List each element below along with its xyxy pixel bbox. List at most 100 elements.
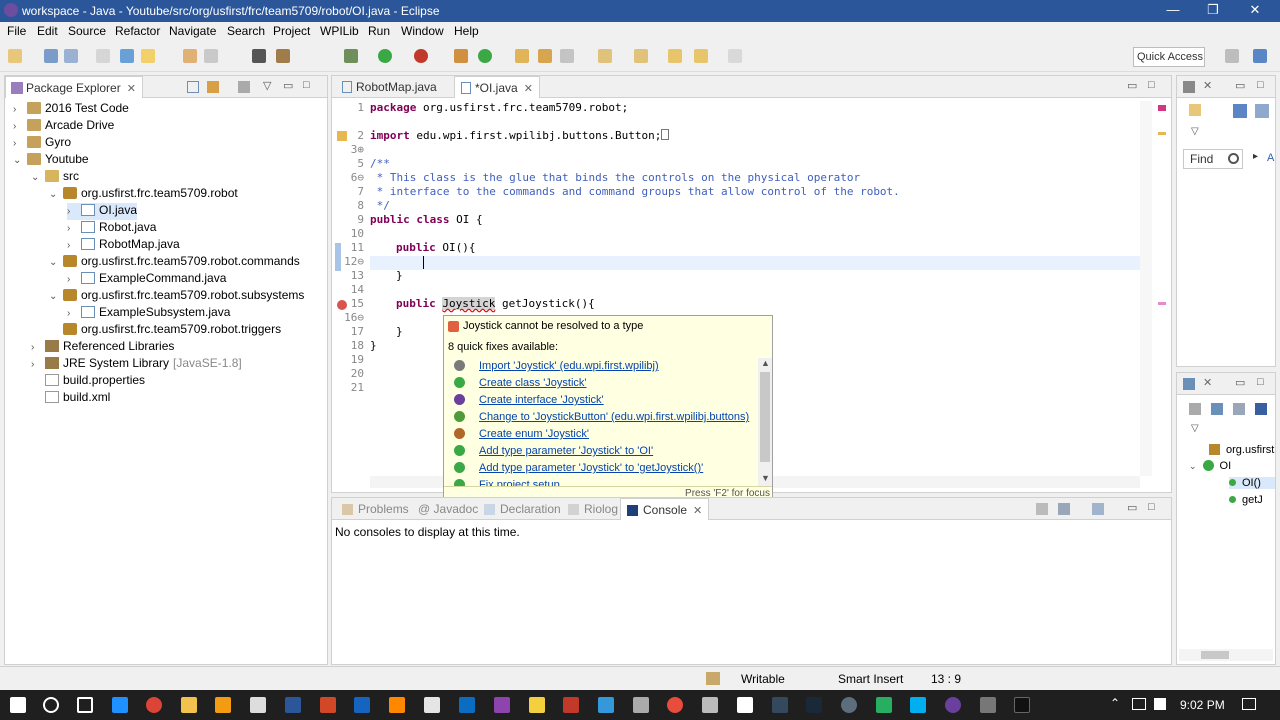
maximize-view-icon[interactable]: □: [1257, 376, 1264, 388]
chevron-down-icon[interactable]: ⌄: [31, 172, 45, 183]
scroll-up-icon[interactable]: ▲: [761, 358, 770, 368]
file-explorer-icon[interactable]: [181, 697, 197, 713]
hide-nonpublic-icon[interactable]: [1255, 403, 1267, 415]
menu-navigate[interactable]: Navigate: [169, 24, 216, 38]
app-icon[interactable]: [459, 697, 475, 713]
tree-item[interactable]: › JRE System Library [JavaSE-1.8]: [31, 356, 242, 373]
tree-item[interactable]: org.usfirst.frc.team5709.robot.triggers: [49, 322, 281, 339]
quick-fix-item[interactable]: Fix project setup...: [448, 479, 569, 486]
quick-fix-item[interactable]: Change to 'JoystickButton' (edu.wpi.firs…: [448, 411, 749, 428]
tree-item[interactable]: › ExampleSubsystem.java: [67, 305, 230, 322]
pin-console-icon[interactable]: [1036, 503, 1048, 515]
annotation-icon[interactable]: [252, 49, 266, 63]
app-icon[interactable]: [424, 697, 440, 713]
hide-static-icon[interactable]: [1233, 403, 1245, 415]
last-edit-icon[interactable]: [598, 49, 612, 63]
skype-icon[interactable]: [910, 697, 926, 713]
app-icon[interactable]: [563, 697, 579, 713]
menu-refactor[interactable]: Refactor: [115, 24, 160, 38]
tree-item[interactable]: › Gyro: [13, 135, 71, 152]
app-icon[interactable]: [980, 697, 996, 713]
app-icon[interactable]: [702, 697, 718, 713]
menu-project[interactable]: Project: [273, 24, 310, 38]
chevron-right-icon[interactable]: ›: [67, 223, 81, 234]
menu-search[interactable]: Search: [227, 24, 265, 38]
tab-console[interactable]: Console ✕: [620, 498, 710, 520]
tree-item[interactable]: ⌄ org.usfirst.frc.team5709.robot.commands: [49, 254, 300, 271]
chevron-right-icon[interactable]: ›: [67, 240, 81, 251]
back-arrow-icon[interactable]: [694, 49, 708, 63]
menu-window[interactable]: Window: [401, 24, 444, 38]
hide-fields-icon[interactable]: [1211, 403, 1223, 415]
tree-item[interactable]: › Referenced Libraries: [31, 339, 174, 356]
terminal-icon[interactable]: [96, 49, 110, 63]
minimize-button[interactable]: —: [1158, 2, 1188, 20]
scroll-thumb[interactable]: [760, 372, 770, 462]
quick-fix-link[interactable]: Create enum 'Joystick': [479, 428, 589, 440]
close-icon[interactable]: ✕: [1203, 376, 1212, 389]
steam-icon[interactable]: [806, 697, 822, 713]
open-console-icon[interactable]: [1092, 503, 1104, 515]
external-tools-icon[interactable]: [414, 49, 428, 63]
save-icon[interactable]: [44, 49, 58, 63]
chevron-down-icon[interactable]: ⌄: [49, 189, 63, 200]
whitespace-icon[interactable]: [204, 49, 218, 63]
tree-item[interactable]: › OI.java: [67, 203, 138, 220]
tab-declaration[interactable]: Declaration: [478, 498, 567, 520]
link-editor-icon[interactable]: [207, 81, 219, 93]
app-icon[interactable]: [841, 697, 857, 713]
tree-item[interactable]: build.properties: [31, 373, 145, 390]
word-icon[interactable]: [285, 697, 301, 713]
quick-fix-item[interactable]: Add type parameter 'Joystick' to 'getJoy…: [448, 462, 703, 479]
close-icon[interactable]: ✕: [693, 505, 702, 517]
minimize-editor-icon[interactable]: ▭: [1127, 79, 1137, 92]
open-perspective-icon[interactable]: [1225, 49, 1239, 63]
quick-fix-link[interactable]: Add type parameter 'Joystick' to 'OI': [479, 445, 653, 457]
new-icon[interactable]: [8, 49, 22, 63]
folded-block-icon[interactable]: [661, 129, 670, 140]
collapse-all-icon[interactable]: [187, 81, 199, 93]
minimize-view-icon[interactable]: ▭: [1127, 501, 1137, 514]
app-icon[interactable]: [876, 697, 892, 713]
close-button[interactable]: ✕: [1240, 2, 1270, 20]
outline-method[interactable]: getJ: [1229, 494, 1263, 506]
chevron-down-icon[interactable]: ⌄: [49, 291, 63, 302]
quick-fix-item[interactable]: Create interface 'Joystick': [448, 394, 604, 411]
minimize-view-icon[interactable]: ▭: [283, 79, 293, 92]
app-icon[interactable]: [772, 697, 788, 713]
menu-edit[interactable]: Edit: [37, 24, 58, 38]
app-icon[interactable]: [494, 697, 510, 713]
tree-item[interactable]: › 2016 Test Code: [13, 101, 129, 118]
new-task-icon[interactable]: [1189, 104, 1201, 116]
next-icon[interactable]: ▸: [1253, 151, 1258, 162]
app-icon[interactable]: [737, 697, 753, 713]
tab-robotmap-java[interactable]: RobotMap.java: [336, 76, 443, 98]
run-icon[interactable]: [378, 49, 392, 63]
warning-overview-marker[interactable]: [1158, 132, 1166, 135]
quick-fix-link[interactable]: Fix project setup...: [479, 479, 569, 486]
quick-fix-item[interactable]: Add type parameter 'Joystick' to 'OI': [448, 445, 653, 462]
clipboard-icon[interactable]: [706, 672, 720, 685]
forward-arrow-icon[interactable]: [728, 49, 742, 63]
search-icon[interactable]: [560, 49, 574, 63]
outline-constructor[interactable]: OI(): [1229, 477, 1275, 489]
close-icon[interactable]: ✕: [127, 83, 136, 95]
tab-riolog[interactable]: Riolog: [562, 498, 624, 520]
quick-fix-item[interactable]: Import 'Joystick' (edu.wpi.first.wpilibj…: [448, 360, 659, 377]
outline-class[interactable]: ⌄ OI: [1189, 460, 1231, 472]
close-icon[interactable]: ✕: [524, 83, 533, 95]
notifications-icon[interactable]: [1242, 698, 1256, 710]
menu-help[interactable]: Help: [454, 24, 479, 38]
chevron-right-icon[interactable]: ›: [31, 342, 45, 353]
maximize-editor-icon[interactable]: □: [1148, 79, 1155, 91]
edge-icon[interactable]: [112, 697, 128, 713]
pin-icon[interactable]: [634, 49, 648, 63]
eclipse-icon[interactable]: [945, 697, 961, 713]
quick-fix-link[interactable]: Add type parameter 'Joystick' to 'getJoy…: [479, 462, 703, 474]
new-project-icon[interactable]: [454, 49, 468, 63]
all-link[interactable]: A: [1267, 152, 1274, 164]
chevron-right-icon[interactable]: ›: [67, 274, 81, 285]
view-menu-icon[interactable]: ▽: [1191, 423, 1199, 434]
scroll-down-icon[interactable]: ▼: [761, 473, 770, 483]
minimize-view-icon[interactable]: ▭: [1235, 376, 1245, 389]
